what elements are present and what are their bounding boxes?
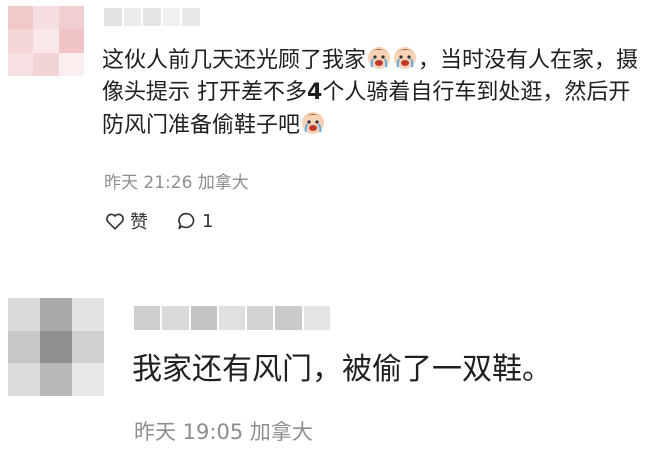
avatar-mosaic-tile <box>58 6 84 30</box>
reply-button[interactable]: 1 <box>176 210 213 232</box>
avatar-mosaic-tile <box>33 52 59 76</box>
avatar-mosaic-tile <box>8 52 34 76</box>
username-mosaic-tile <box>134 306 161 330</box>
username-mosaic-tile <box>182 8 200 26</box>
avatar-mosaic-tile <box>8 363 40 396</box>
avatar[interactable] <box>8 6 84 76</box>
username-mosaic-tile <box>104 8 122 26</box>
avatar-mosaic-tile <box>8 29 34 53</box>
comment-time: 昨天 19:05 <box>134 420 244 444</box>
comment-location: 加拿大 <box>249 420 313 444</box>
username-blurred[interactable] <box>134 306 330 330</box>
comment-meta: 昨天 21:26 加拿大 <box>104 168 249 193</box>
avatar-mosaic-tile <box>72 330 104 364</box>
username-mosaic-tile <box>247 306 274 330</box>
comment-text: 我家还有风门，被偷了一双鞋。 <box>132 352 552 387</box>
avatar-mosaic-tile <box>58 52 84 76</box>
username-mosaic-tile <box>190 306 217 330</box>
emoji-group <box>366 47 418 73</box>
comment-location: 加拿大 <box>197 173 249 193</box>
avatar-mosaic-tile <box>8 330 40 364</box>
crying-face-emoji <box>368 47 391 69</box>
username-mosaic-tile <box>162 8 181 26</box>
reply-count: 1 <box>202 210 214 232</box>
avatar-mosaic-tile <box>40 298 72 331</box>
crying-face-emoji <box>302 112 325 134</box>
avatar-mosaic-tile <box>33 6 59 30</box>
avatar-mosaic-tile <box>72 363 104 396</box>
avatar-mosaic-tile <box>40 363 72 396</box>
comment-1: 这伙人前几天还光顾了我家 ，当时没有人在家，摄像头提示 打开差不多4个人骑着自行车… <box>0 0 650 250</box>
username-mosaic-tile <box>218 306 246 330</box>
comment-time: 昨天 21:26 <box>104 173 193 193</box>
crying-face-emoji <box>394 47 417 69</box>
username-mosaic-tile <box>123 8 142 26</box>
avatar-mosaic-tile <box>8 298 40 331</box>
avatar-mosaic-tile <box>8 6 34 30</box>
username-mosaic-tile <box>275 306 302 330</box>
username-mosaic-tile <box>143 8 161 26</box>
comment-text-part: 这伙人前几天还光顾了我家 <box>102 48 367 73</box>
username-mosaic-tile <box>303 306 330 330</box>
avatar[interactable] <box>8 298 104 396</box>
comment-bubble-icon <box>178 212 195 230</box>
comment-text: 这伙人前几天还光顾了我家 ，当时没有人在家，摄像头提示 打开差不多4个人骑着自行车… <box>102 44 642 142</box>
heart-outline-icon <box>106 213 124 230</box>
avatar-mosaic-tile <box>40 330 72 364</box>
comment-meta: 昨天 19:05 加拿大 <box>134 416 313 446</box>
comment-actions: 赞 1 <box>104 208 213 234</box>
avatar-mosaic-tile <box>33 29 59 53</box>
username-mosaic-tile <box>162 306 189 330</box>
like-button[interactable]: 赞 <box>104 208 148 234</box>
username-blurred[interactable] <box>104 8 200 26</box>
like-label: 赞 <box>130 212 148 233</box>
avatar-mosaic-tile <box>72 298 104 331</box>
comment-text-number: 4 <box>307 80 323 105</box>
comment-2: 我家还有风门，被偷了一双鞋。 昨天 19:05 加拿大 <box>0 250 650 451</box>
avatar-mosaic-tile <box>58 29 84 53</box>
